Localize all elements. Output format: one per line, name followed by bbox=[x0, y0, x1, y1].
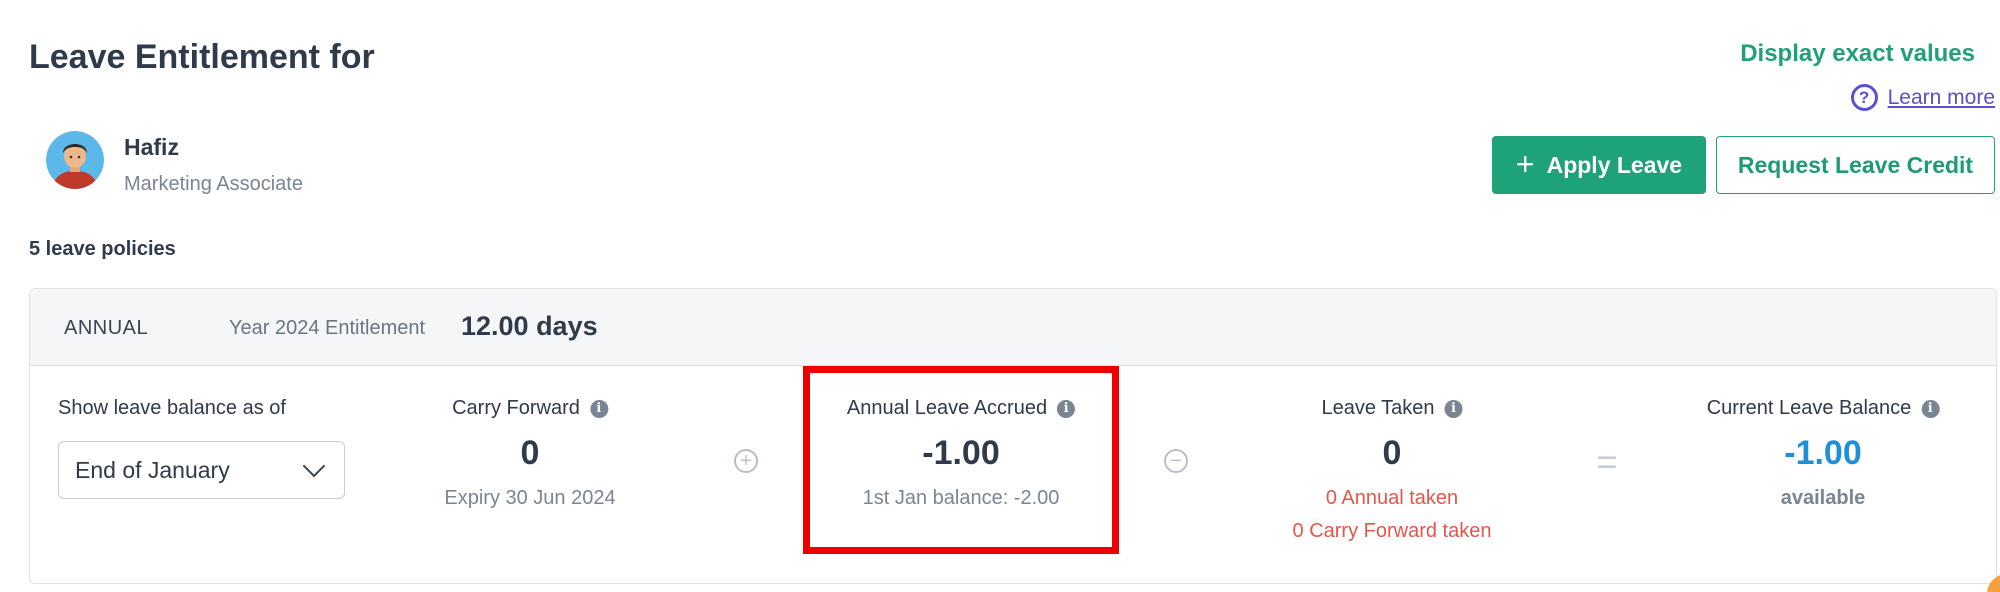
employee-name: Hafiz bbox=[124, 134, 179, 160]
carry-forward-label: Carry Forward bbox=[452, 397, 580, 419]
plus-operator-icon: + bbox=[734, 449, 758, 473]
current-balance-label-row: Current Leave Balance i bbox=[1707, 397, 1940, 420]
chevron-down-icon bbox=[302, 454, 326, 478]
current-balance-label: Current Leave Balance bbox=[1706, 397, 1912, 419]
info-icon[interactable]: i bbox=[1057, 399, 1076, 418]
current-balance-available: available bbox=[1780, 487, 1866, 509]
learn-more-link[interactable]: ? Learn more bbox=[1850, 84, 1995, 111]
balance-as-of-label: Show leave balance as of bbox=[58, 397, 286, 419]
current-balance-column: Current Leave Balance i -1.00 available bbox=[1707, 397, 1940, 510]
info-icon[interactable]: i bbox=[1921, 399, 1940, 418]
apply-leave-button[interactable]: + Apply Leave bbox=[1492, 136, 1706, 194]
minus-operator-icon: − bbox=[1164, 449, 1188, 473]
policy-card: ANNUAL Year 2024 Entitlement 12.00 days … bbox=[29, 288, 1997, 584]
annual-taken-text: 0 Annual taken bbox=[1325, 487, 1459, 509]
leave-policies-count: 5 leave policies bbox=[29, 238, 176, 260]
leave-taken-label: Leave Taken bbox=[1321, 397, 1435, 419]
accrued-value: -1.00 bbox=[922, 434, 1000, 472]
leave-taken-label-row: Leave Taken i bbox=[1321, 397, 1463, 420]
employee-role: Marketing Associate bbox=[124, 173, 303, 195]
page: Leave Entitlement for Display exact valu… bbox=[0, 0, 2000, 592]
carry-forward-expiry: Expiry 30 Jun 2024 bbox=[444, 487, 616, 509]
learn-more-label: Learn more bbox=[1887, 85, 1995, 109]
carry-forward-label-row: Carry Forward i bbox=[452, 397, 608, 420]
accrued-column: Annual Leave Accrued i -1.00 1st Jan bal… bbox=[846, 397, 1076, 510]
entitlement-label: Year 2024 Entitlement bbox=[229, 317, 426, 339]
balance-as-of-value: End of January bbox=[75, 456, 230, 483]
accrued-opening-balance: 1st Jan balance: -2.00 bbox=[862, 487, 1060, 509]
page-title: Leave Entitlement for bbox=[29, 38, 375, 76]
plus-icon: + bbox=[1515, 145, 1535, 182]
accrued-label-row: Annual Leave Accrued i bbox=[846, 397, 1076, 420]
accrued-label: Annual Leave Accrued bbox=[846, 397, 1048, 419]
balance-as-of-select[interactable]: End of January bbox=[58, 441, 345, 499]
question-circle-icon: ? bbox=[1850, 84, 1878, 111]
carry-forward-column: Carry Forward i 0 Expiry 30 Jun 2024 bbox=[444, 397, 615, 510]
request-leave-credit-button[interactable]: Request Leave Credit bbox=[1716, 136, 1995, 194]
policy-card-header: ANNUAL Year 2024 Entitlement 12.00 days bbox=[30, 289, 1996, 366]
equals-operator-icon: = bbox=[1596, 441, 1618, 482]
leave-taken-value: 0 bbox=[1382, 434, 1402, 472]
entitlement-value: 12.00 days bbox=[461, 311, 598, 341]
apply-leave-label: Apply Leave bbox=[1546, 151, 1683, 178]
carry-forward-taken-text: 0 Carry Forward taken bbox=[1292, 520, 1492, 542]
policy-type: ANNUAL bbox=[64, 317, 149, 339]
avatar bbox=[46, 131, 104, 189]
display-exact-values-link[interactable]: Display exact values bbox=[1740, 40, 1975, 68]
carry-forward-value: 0 bbox=[520, 434, 540, 472]
info-icon[interactable]: i bbox=[589, 399, 608, 418]
current-balance-value: -1.00 bbox=[1784, 434, 1862, 472]
leave-taken-column: Leave Taken i 0 0 Annual taken 0 Carry F… bbox=[1293, 397, 1492, 543]
employee-profile: Hafiz Marketing Associate bbox=[46, 131, 303, 196]
info-icon[interactable]: i bbox=[1444, 399, 1463, 418]
